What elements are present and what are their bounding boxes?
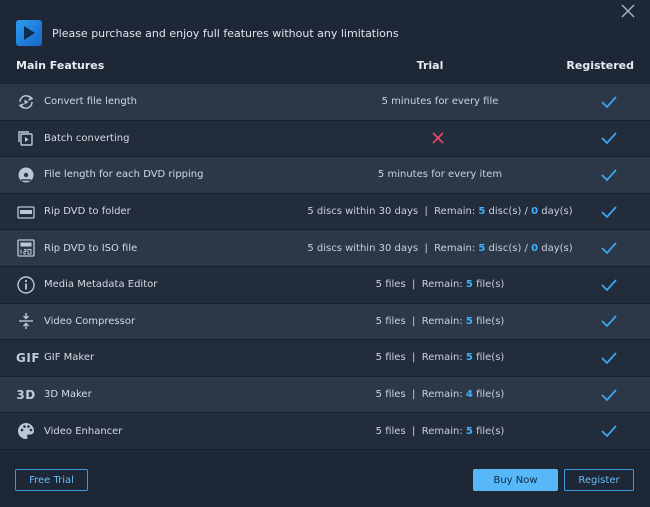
check-icon [601, 315, 617, 328]
feature-name: 3D Maker [44, 389, 92, 401]
table-row: Media Metadata Editor 5 files | Remain: … [0, 266, 650, 304]
check-icon [601, 205, 617, 218]
info-icon [16, 275, 36, 295]
dvd-disc-icon [16, 165, 36, 185]
trial-limit: 5 files | Remain: 5 file(s) [375, 352, 505, 364]
cross-icon [432, 132, 444, 144]
feature-name: Video Enhancer [44, 425, 123, 437]
feature-name: Rip DVD to ISO file [44, 242, 138, 254]
check-icon [601, 132, 617, 145]
convert-cycle-icon [16, 92, 36, 112]
trial-limit: 5 files | Remain: 5 file(s) [375, 315, 505, 327]
check-icon [601, 279, 617, 292]
feature-name: Batch converting [44, 132, 130, 144]
column-header-registered: Registered [566, 59, 634, 72]
trial-limit: 5 discs within 30 days | Remain: 5 disc(… [307, 206, 573, 218]
buy-now-button[interactable]: Buy Now [473, 469, 558, 491]
check-icon [601, 388, 617, 401]
feature-name: Rip DVD to folder [44, 206, 131, 218]
close-icon [621, 4, 635, 18]
table-row: GIF GIF Maker 5 files | Remain: 5 file(s… [0, 340, 650, 377]
3d-icon: 3D [16, 387, 36, 402]
remain-files: 5 [465, 315, 473, 327]
dialog-header: Please purchase and enjoy full features … [16, 20, 399, 46]
dvd-folder-icon [16, 202, 36, 222]
trial-limit: 5 files | Remain: 5 file(s) [375, 279, 505, 291]
batch-icon [16, 128, 36, 148]
free-trial-button[interactable]: Free Trial [15, 469, 88, 491]
gif-icon: GIF [16, 350, 41, 365]
table-row: File length for each DVD ripping 5 minut… [0, 157, 650, 194]
remain-files: 5 [465, 425, 473, 437]
check-icon [601, 169, 617, 182]
app-logo-icon [16, 20, 42, 46]
trial-limit: 5 discs within 30 days | Remain: 5 disc(… [307, 242, 573, 254]
check-icon [601, 242, 617, 255]
feature-name: File length for each DVD ripping [44, 169, 204, 181]
register-button[interactable]: Register [564, 469, 634, 491]
feature-name: Media Metadata Editor [44, 279, 158, 291]
purchase-dialog: Please purchase and enjoy full features … [0, 0, 650, 507]
feature-name: Convert file length [44, 96, 138, 108]
palette-icon [16, 421, 36, 441]
check-icon [601, 425, 617, 438]
table-row: Rip DVD to ISO file 5 discs within 30 da… [0, 230, 650, 267]
feature-name: GIF Maker [44, 352, 95, 364]
features-table: Convert file length 5 minutes for every … [0, 84, 650, 450]
remain-files: 4 [465, 389, 473, 401]
trial-limit: 5 minutes for every item [377, 169, 503, 181]
table-row: 3D 3D Maker 5 files | Remain: 4 file(s) [0, 376, 650, 414]
remain-files: 5 [465, 352, 473, 364]
check-icon [601, 352, 617, 365]
feature-name: Video Compressor [44, 315, 136, 327]
table-row: Rip DVD to folder 5 discs within 30 days… [0, 193, 650, 231]
table-row: Batch converting [0, 120, 650, 158]
table-row: Video Compressor 5 files | Remain: 5 fil… [0, 303, 650, 341]
remain-files: 5 [465, 279, 473, 291]
table-row: Video Enhancer 5 files | Remain: 5 file(… [0, 413, 650, 450]
dvd-iso-icon [16, 238, 36, 258]
check-icon [601, 96, 617, 109]
trial-limit: 5 files | Remain: 4 file(s) [375, 389, 505, 401]
column-header-trial: Trial [416, 59, 444, 72]
trial-limit: 5 files | Remain: 5 file(s) [375, 425, 505, 437]
purchase-message: Please purchase and enjoy full features … [52, 26, 399, 40]
compress-icon [16, 311, 36, 331]
table-row: Convert file length 5 minutes for every … [0, 84, 650, 121]
close-button[interactable] [620, 3, 636, 19]
trial-limit: 5 minutes for every file [381, 96, 499, 108]
